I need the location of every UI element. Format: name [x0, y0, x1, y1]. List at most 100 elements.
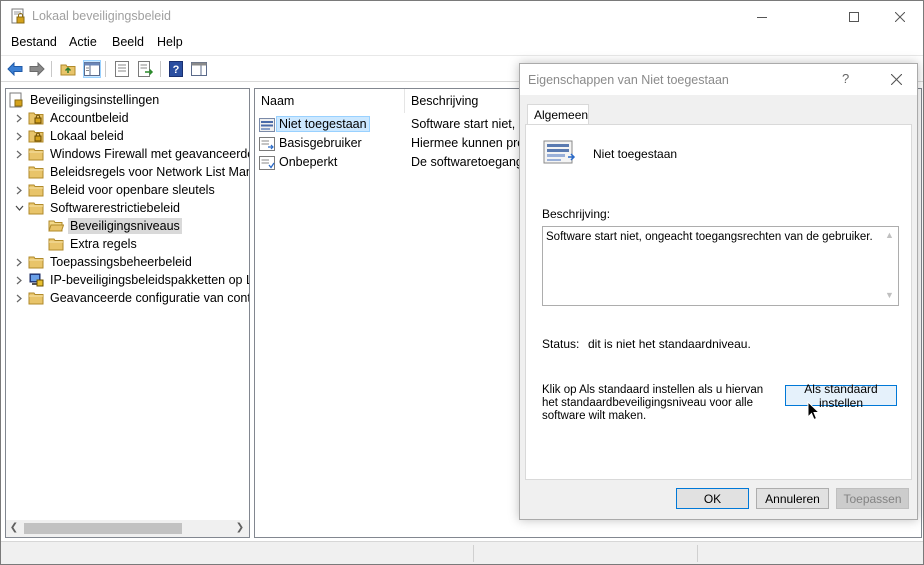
tree-item[interactable]: Beveiligingsniveaus [33, 217, 182, 235]
properties-button[interactable] [113, 60, 131, 78]
apply-button[interactable]: Toepassen [836, 488, 909, 509]
window-title: Lokaal beveiligingsbeleid [32, 9, 171, 23]
description-scrollbar[interactable]: ▲ ▼ [881, 227, 898, 305]
menu-help[interactable]: Help [157, 35, 183, 49]
disallowed-level-icon [259, 118, 275, 132]
dialog-help-button[interactable]: ? [842, 71, 849, 86]
basic-user-level-icon [259, 137, 275, 151]
local-security-policy-window: Lokaal beveiligingsbeleid Bestand Actie … [0, 0, 924, 565]
forward-button[interactable] [28, 60, 46, 78]
properties-icon [115, 61, 129, 77]
tab-panel-algemeen: Niet toegestaan Beschrijving: Software s… [525, 124, 912, 480]
dialog-close-button[interactable] [884, 68, 908, 90]
minimize-button[interactable] [739, 1, 785, 32]
description-textbox[interactable]: Software start niet, ongeacht toegangsre… [542, 226, 899, 306]
export-list-button[interactable] [137, 60, 155, 78]
back-button[interactable] [6, 60, 24, 78]
back-arrow-icon [7, 62, 23, 76]
maximize-button[interactable] [831, 1, 877, 32]
list-item-description: Hiermee kunnen pro [411, 136, 525, 150]
tree-item-label: Accountbeleid [50, 111, 129, 125]
scroll-down-icon[interactable]: ▼ [885, 290, 894, 300]
expand-chevron-icon[interactable] [13, 109, 25, 127]
status-bar [1, 541, 923, 564]
scroll-left-icon[interactable]: ❮ [8, 522, 20, 535]
list-item-name: Niet toegestaan [276, 116, 370, 132]
tree-item-label: Toepassingsbeheerbeleid [50, 255, 192, 269]
menu-bestand[interactable]: Bestand [11, 35, 57, 49]
export-list-icon [138, 61, 154, 77]
menu-beeld[interactable]: Beeld [112, 35, 144, 49]
cancel-button[interactable]: Annuleren [756, 488, 829, 509]
tab-algemeen[interactable]: Algemeen [527, 104, 589, 125]
folder-icon [48, 238, 64, 251]
up-folder-icon [60, 64, 76, 76]
folder-icon [28, 292, 44, 305]
maximize-icon [849, 11, 859, 22]
close-button[interactable] [877, 1, 923, 32]
tree-item[interactable]: Beleidsregels voor Network List Mana [13, 163, 249, 181]
expand-chevron-icon[interactable] [13, 181, 25, 199]
tree-item[interactable]: Extra regels [33, 235, 139, 253]
tree-item[interactable]: Toepassingsbeheerbeleid [13, 253, 194, 271]
tree-item[interactable]: Softwarerestrictiebeleid [13, 199, 182, 217]
tree-item[interactable]: Beleid voor openbare sleutels [13, 181, 217, 199]
expand-chevron-icon[interactable] [13, 289, 25, 307]
folder-icon [28, 166, 44, 179]
tree-root-label: Beveiligingsinstellingen [30, 93, 160, 107]
dialog-title-bar: Eigenschappen van Niet toegestaan ? [520, 64, 917, 95]
forward-arrow-icon [29, 62, 45, 76]
expand-chevron-icon[interactable] [13, 253, 25, 271]
show-hide-action-pane-button[interactable] [190, 60, 208, 78]
title-bar: Lokaal beveiligingsbeleid [1, 1, 923, 32]
ok-button[interactable]: OK [676, 488, 749, 509]
show-hide-tree-button[interactable] [83, 60, 101, 78]
show-hide-action-pane-icon [191, 62, 207, 76]
up-one-level-button[interactable] [59, 60, 77, 78]
tree-item-label: Extra regels [70, 237, 137, 251]
lock-folder-icon [28, 112, 44, 125]
column-header-name[interactable]: Naam [255, 89, 405, 113]
folder-icon [28, 256, 44, 269]
tree-item-label: Beveiligingsniveaus [68, 218, 182, 234]
scroll-up-icon[interactable]: ▲ [885, 230, 894, 240]
list-item-name: Basisgebruiker [279, 136, 362, 150]
tree-horizontal-scrollbar[interactable]: ❮ ❯ [6, 520, 249, 537]
scroll-right-icon[interactable]: ❯ [234, 522, 246, 535]
expand-chevron-icon[interactable] [13, 127, 25, 145]
menu-actie[interactable]: Actie [69, 35, 97, 49]
list-item-name: Onbeperkt [279, 155, 338, 169]
scrollbar-thumb[interactable] [24, 523, 182, 534]
description-text: Software start niet, ongeacht toegangsre… [546, 231, 873, 243]
expand-chevron-icon[interactable] [13, 271, 25, 289]
tree-item-label: Windows Firewall met geavanceerde b [50, 147, 250, 161]
menu-bar: Bestand Actie Beeld Help [1, 32, 923, 54]
list-item-description: Software start niet, o [411, 117, 526, 131]
tree-root[interactable]: Beveiligingsinstellingen [8, 91, 161, 109]
security-policy-app-icon [11, 8, 25, 24]
console-tree[interactable]: Beveiligingsinstellingen Accountbeleid Lo… [5, 88, 250, 538]
tree-item-label: Softwarerestrictiebeleid [50, 201, 180, 215]
help-button[interactable]: ? [167, 60, 185, 78]
tree-item[interactable]: IP-beveiligingsbeleidspakketten op Lo [13, 271, 249, 289]
set-default-button[interactable]: Als standaard instellen [785, 382, 897, 410]
tree-item[interactable]: Lokaal beleid [13, 127, 126, 145]
tree-item[interactable]: Accountbeleid [13, 109, 131, 127]
set-default-info-text: Klik op Als standaard instellen als u hi… [542, 384, 764, 422]
help-icon: ? [169, 61, 183, 77]
folder-icon [28, 148, 44, 161]
folder-icon [28, 202, 44, 215]
folder-icon [28, 184, 44, 197]
folder-open-icon [48, 220, 64, 232]
expand-chevron-icon[interactable] [13, 145, 25, 163]
tree-item-label: Lokaal beleid [50, 129, 124, 143]
mouse-cursor-icon [807, 401, 821, 421]
tree-item-label: Geavanceerde configuratie van contro [50, 291, 250, 305]
collapse-chevron-icon[interactable] [13, 199, 25, 217]
ipsec-policy-icon [29, 273, 44, 287]
tree-item[interactable]: Geavanceerde configuratie van contro [13, 289, 250, 307]
list-item-description: De softwaretoegangs [411, 155, 530, 169]
unrestricted-level-icon [259, 156, 275, 170]
status-value: dit is niet het standaardniveau. [588, 337, 751, 351]
tree-item[interactable]: Windows Firewall met geavanceerde b [13, 145, 250, 163]
